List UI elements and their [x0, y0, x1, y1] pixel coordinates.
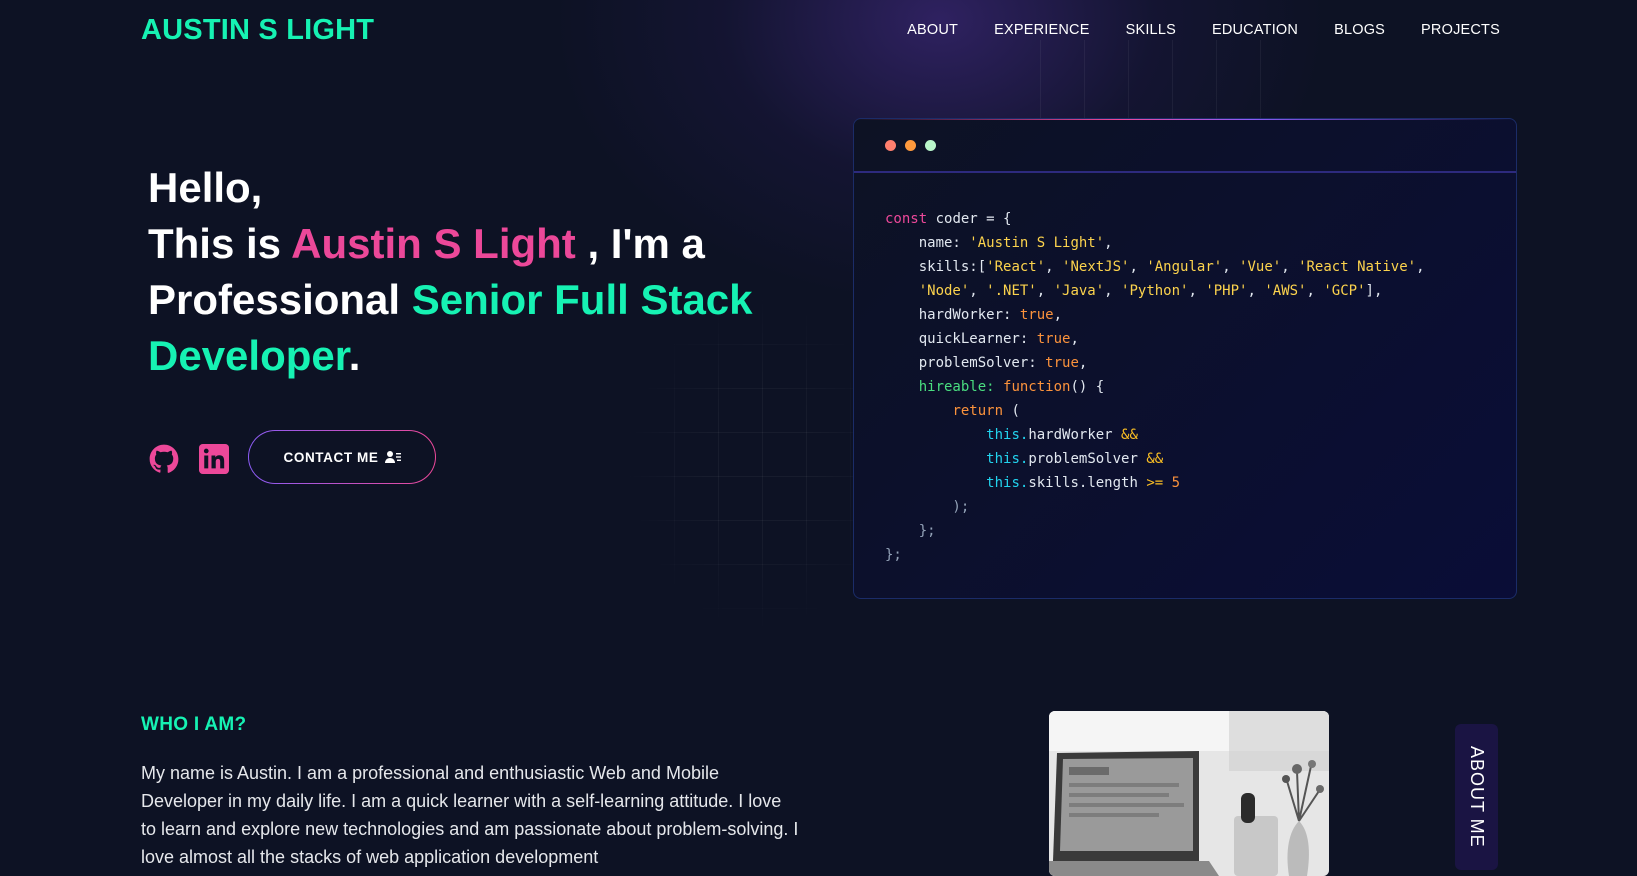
nav-link-about[interactable]: ABOUT: [907, 22, 958, 38]
hero-intro-suffix: , I'm a: [575, 220, 705, 267]
contact-me-inner: CONTACT ME: [249, 431, 435, 483]
hero-professional: Professional: [148, 276, 412, 323]
nav-link-experience[interactable]: EXPERIENCE: [994, 22, 1089, 38]
nav-link-blogs[interactable]: BLOGS: [1334, 22, 1385, 38]
laptop-desk-image: [1049, 711, 1329, 876]
about-section-title: WHO I AM?: [141, 714, 247, 735]
code-window-accent-line: [854, 119, 1516, 120]
code-line: this.hardWorker &&: [986, 427, 1138, 443]
code-line: hireable: function() {: [918, 379, 1105, 395]
about-me-badge[interactable]: ABOUT ME: [1455, 724, 1498, 870]
code-window-header: [854, 119, 1516, 173]
profile-photo: [1049, 711, 1329, 876]
social-links: [148, 443, 248, 475]
code-line: const coder = {: [885, 211, 1012, 227]
github-icon[interactable]: [148, 443, 180, 475]
code-line: this.skills.length >= 5: [986, 475, 1181, 491]
user-contact-icon: [384, 451, 401, 463]
linkedin-icon[interactable]: [198, 443, 230, 475]
window-dot-orange: [905, 139, 916, 151]
code-line: return (: [952, 403, 1020, 419]
code-line: };: [885, 523, 936, 539]
code-line: hardWorker: true,: [918, 307, 1063, 323]
window-dot-red: [885, 139, 896, 151]
contact-me-label: CONTACT ME: [283, 449, 379, 465]
code-snippet: const coder = { name: 'Austin S Light', …: [854, 173, 1516, 598]
code-line: problemSolver: true,: [918, 355, 1088, 371]
nav-link-skills[interactable]: SKILLS: [1126, 22, 1176, 38]
nav-link-education[interactable]: EDUCATION: [1212, 22, 1298, 38]
about-me-badge-label: ABOUT ME: [1467, 746, 1487, 848]
code-line: name: 'Austin S Light',: [918, 235, 1113, 251]
hero-greeting: Hello,: [148, 164, 263, 211]
main-menu: ABOUT EXPERIENCE SKILLS EDUCATION BLOGS …: [871, 22, 1500, 38]
hero-heading: Hello, This is Austin S Light , I'm a Pr…: [148, 160, 788, 384]
nav-link-projects[interactable]: PROJECTS: [1421, 22, 1500, 38]
code-line: this.problemSolver &&: [986, 451, 1164, 467]
top-navbar: AUSTIN S LIGHT ABOUT EXPERIENCE SKILLS E…: [0, 0, 1637, 64]
code-line: quickLearner: true,: [918, 331, 1079, 347]
window-dot-green: [925, 139, 936, 151]
about-description: My name is Austin. I am a professional a…: [141, 763, 799, 867]
hero-period: .: [348, 332, 361, 379]
contact-me-button[interactable]: CONTACT ME: [248, 430, 436, 484]
code-window: const coder = { name: 'Austin S Light', …: [853, 118, 1517, 599]
site-logo[interactable]: AUSTIN S LIGHT: [141, 14, 374, 47]
code-line: skills:['React', 'NextJS', 'Angular', 'V…: [918, 259, 1425, 275]
hero-intro-prefix: This is: [148, 220, 292, 267]
hero-name: Austin S Light: [291, 220, 576, 267]
code-line: 'Node', '.NET', 'Java', 'Python', 'PHP',…: [918, 283, 1383, 299]
code-line: };: [885, 547, 902, 563]
code-line: );: [885, 499, 970, 515]
